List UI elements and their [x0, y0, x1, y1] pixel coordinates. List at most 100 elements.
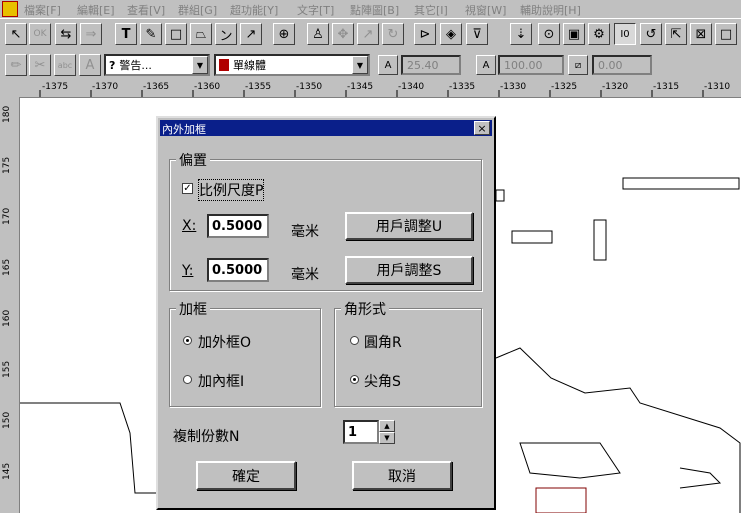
abc-check-icon[interactable]: abc: [54, 54, 76, 76]
text-tool-icon[interactable]: T: [115, 23, 137, 45]
scale-checkbox-label[interactable]: 比例尺度P: [198, 179, 265, 201]
slant-field[interactable]: 0.00: [592, 55, 652, 75]
fill-icon[interactable]: ◈: [440, 23, 462, 45]
main-toolbar: ↖ OK ⇆ ⇒ T ✎ □ ⏢ ン ↗ ⊕ ♙ ✥ ↗ ↻ ⊳ ◈ ⊽ ⇣ ⊙…: [0, 18, 741, 50]
vinyl-icon[interactable]: ⊽: [466, 23, 488, 45]
shape-outline[interactable]: [519, 442, 621, 479]
inner-frame-radio[interactable]: [183, 375, 192, 384]
menu-bitmap[interactable]: 點陣圖[B]: [350, 2, 399, 18]
y-unit: 毫米: [291, 267, 319, 283]
scissors-icon[interactable]: ✂: [29, 54, 51, 76]
menu-file[interactable]: 檔案[F]: [24, 2, 61, 18]
refresh-icon[interactable]: ↺: [640, 23, 662, 45]
ok-icon[interactable]: OK: [29, 23, 51, 45]
chevron-down-icon[interactable]: ▼: [192, 56, 208, 74]
ruler-label: 175: [2, 156, 12, 174]
arrow-right-icon[interactable]: ⇒: [80, 23, 102, 45]
menu-edit[interactable]: 編輯[E]: [77, 2, 115, 18]
export-icon[interactable]: ⇱: [665, 23, 687, 45]
frame-group-label: 加框: [176, 299, 210, 319]
shape-rect[interactable]: [511, 230, 553, 244]
slant-icon: ⧄: [568, 55, 588, 75]
menu-super-functions[interactable]: 超功能[Y]: [230, 2, 278, 18]
outer-frame-radio[interactable]: [183, 336, 192, 345]
height-field[interactable]: 25.40: [401, 55, 461, 75]
width-field[interactable]: 100.00: [498, 55, 564, 75]
stamp-icon[interactable]: ♙: [307, 23, 329, 45]
ok-button[interactable]: 確定: [196, 461, 296, 490]
chevron-down-icon[interactable]: ▼: [379, 432, 395, 444]
zoom-icon[interactable]: ⊕: [273, 23, 295, 45]
copies-spinner[interactable]: ▲ ▼: [379, 420, 395, 444]
shape-rect[interactable]: [593, 219, 607, 261]
preview-icon[interactable]: ⊙: [538, 23, 560, 45]
height-icon: A: [378, 55, 398, 75]
horizontal-ruler: -1375 -1370 -1365 -1360 -1355 -1350 -134…: [0, 80, 741, 98]
dialog-title: 內外加框: [162, 123, 206, 136]
x-label: X:: [182, 218, 197, 234]
ruler-label: 180: [2, 105, 12, 123]
user-adjust-s-button[interactable]: 用戶調整S: [345, 256, 473, 284]
preset-value: 警告...: [119, 59, 152, 72]
pencil-icon[interactable]: ✏: [5, 54, 27, 76]
rotate-tool-icon[interactable]: ↻: [382, 23, 404, 45]
font-color-icon: [219, 59, 229, 71]
close-icon[interactable]: ×: [474, 121, 490, 135]
vertical-ruler: 180 175 170 165 160 155 150 145: [0, 97, 20, 513]
y-label: Y:: [182, 263, 194, 279]
preset-select[interactable]: ? 警告... ▼: [104, 54, 210, 76]
offset-group-label: 偏置: [176, 150, 210, 170]
corner-group: [334, 308, 482, 407]
font-select[interactable]: 單線體 ▼: [214, 54, 370, 76]
corner-group-label: 角形式: [341, 299, 389, 319]
save-icon[interactable]: ▣: [563, 23, 585, 45]
shape-rect[interactable]: [495, 189, 505, 202]
x-offset-input[interactable]: 0.5000: [207, 214, 269, 238]
outer-frame-label[interactable]: 加外框O: [198, 332, 251, 352]
scale-checkbox[interactable]: ✓: [182, 183, 193, 194]
user-adjust-u-button[interactable]: 用戶調整U: [345, 212, 473, 240]
window-icon[interactable]: □: [715, 23, 737, 45]
app-icon[interactable]: [2, 1, 18, 17]
sharp-corner-label[interactable]: 尖角S: [364, 371, 401, 391]
chevron-up-icon[interactable]: ▲: [379, 420, 395, 432]
shape-bar[interactable]: [622, 177, 740, 190]
menu-window[interactable]: 視窗[W]: [465, 2, 506, 18]
dialog-title-bar[interactable]: 內外加框 ×: [160, 120, 492, 136]
shape-rect[interactable]: [535, 487, 587, 513]
close-doc-icon[interactable]: ⊠: [690, 23, 712, 45]
property-toolbar: ✏ ✂ abc A ? 警告... ▼ 單線體 ▼ A 25.40 A 100.…: [0, 50, 741, 80]
cut-down-icon[interactable]: ⇣: [510, 23, 532, 45]
select-arrow-icon[interactable]: ↖: [5, 23, 27, 45]
sharp-corner-radio[interactable]: [350, 375, 359, 384]
inner-frame-label[interactable]: 加內框I: [198, 371, 244, 391]
menu-help[interactable]: 輔助說明[H]: [520, 2, 581, 18]
ruler-label: 145: [2, 462, 12, 480]
perspective-tool-icon[interactable]: ⏢: [190, 23, 212, 45]
font-size-icon[interactable]: A: [79, 54, 101, 76]
pattern-icon[interactable]: ⊳: [414, 23, 436, 45]
swap-icon[interactable]: ⇆: [55, 23, 77, 45]
curve-tool-icon[interactable]: ン: [215, 23, 237, 45]
settings-icon[interactable]: ⚙: [588, 23, 610, 45]
knife-icon[interactable]: ↗: [357, 23, 379, 45]
round-corner-label[interactable]: 圓角R: [364, 332, 402, 352]
menu-view[interactable]: 查看[V]: [127, 2, 165, 18]
cancel-button[interactable]: 取消: [352, 461, 452, 490]
chevron-down-icon[interactable]: ▼: [352, 56, 368, 74]
shape-outline[interactable]: [495, 347, 741, 513]
bezier-tool-icon[interactable]: ↗: [240, 23, 262, 45]
shape-outline[interactable]: [679, 467, 722, 489]
round-corner-radio[interactable]: [350, 336, 359, 345]
menu-other[interactable]: 其它[I]: [414, 2, 448, 18]
menu-text[interactable]: 文字[T]: [297, 2, 334, 18]
menu-group[interactable]: 群組[G]: [178, 2, 217, 18]
pen-tool-icon[interactable]: ✎: [140, 23, 162, 45]
copies-input[interactable]: 1: [343, 420, 379, 444]
shape-outline[interactable]: [20, 402, 156, 494]
y-offset-input[interactable]: 0.5000: [207, 258, 269, 282]
rectangle-tool-icon[interactable]: □: [165, 23, 187, 45]
io-icon[interactable]: I0: [614, 23, 636, 45]
node-edit-icon[interactable]: ✥: [332, 23, 354, 45]
ruler-label: 150: [2, 411, 12, 429]
